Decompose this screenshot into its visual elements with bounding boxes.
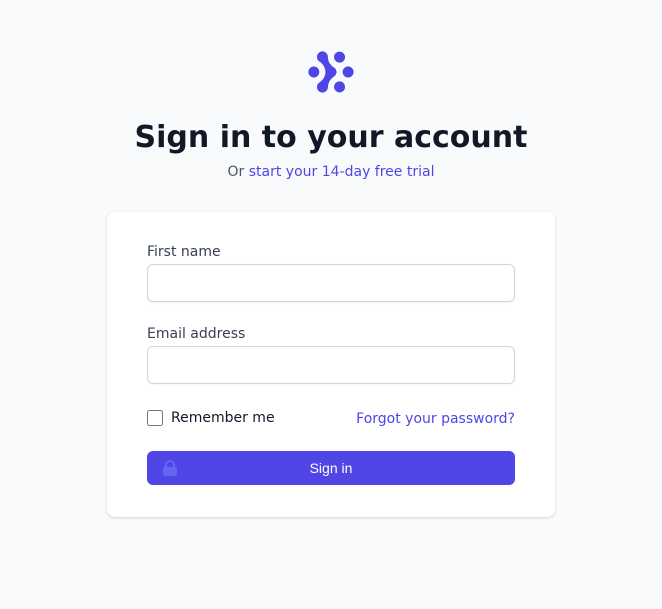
lock-closed-icon [160,458,180,478]
page-title: Sign in to your account [107,120,555,156]
first-name-label: First name [147,244,515,260]
brand-mark-icon [107,48,555,96]
signin-card: First name Email address Remember me For… [107,212,555,517]
start-trial-link[interactable]: start your 14-day free trial [249,164,435,180]
remember-me-checkbox[interactable] [147,410,163,426]
first-name-input[interactable] [147,264,515,302]
sign-in-button[interactable]: Sign in [147,451,515,485]
signin-form: First name Email address Remember me For… [147,244,515,485]
sign-in-button-label: Sign in [310,460,353,476]
remember-me-label: Remember me [171,410,275,426]
email-input[interactable] [147,346,515,384]
or-text: Or [228,164,249,180]
forgot-password-link[interactable]: Forgot your password? [356,411,515,427]
subheading: Or start your 14-day free trial [107,164,555,180]
email-label: Email address [147,326,515,342]
